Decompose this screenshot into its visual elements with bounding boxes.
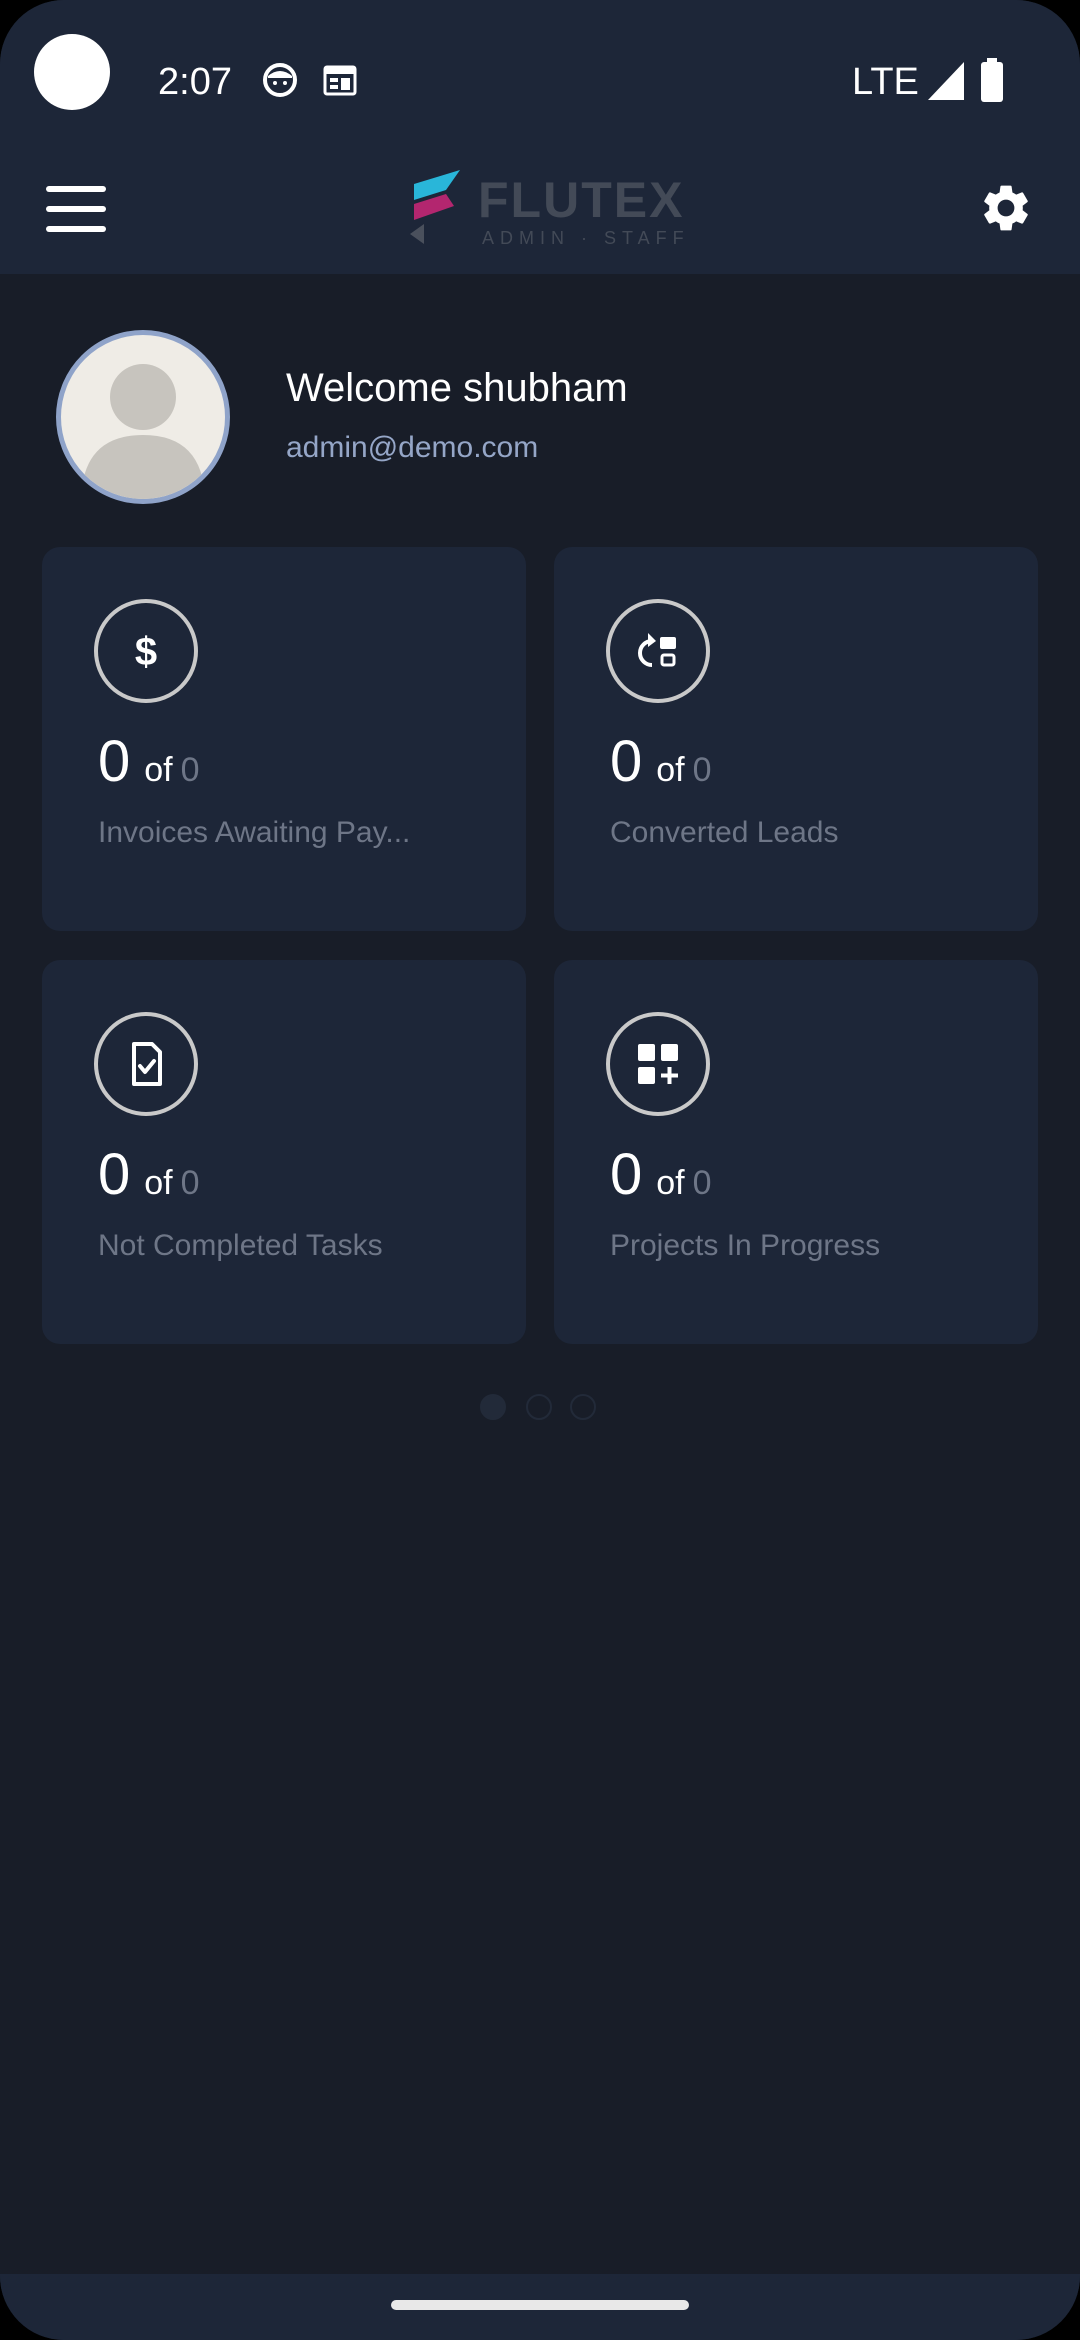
card-converted-leads[interactable]: 0 of 0 Converted Leads <box>554 547 1038 931</box>
count-total: 0 <box>180 1164 200 1202</box>
card-label: Not Completed Tasks <box>98 1229 383 1262</box>
card-label: Invoices Awaiting Pay... <box>98 816 411 849</box>
count-row: 0 of 0 <box>610 1140 712 1210</box>
settings-icon <box>984 185 1028 231</box>
count-of: of <box>656 1164 685 1202</box>
user-avatar-icon <box>81 364 205 499</box>
signal-icon <box>928 62 964 100</box>
status-time: 2:07 <box>158 61 232 103</box>
count-value: 0 <box>98 729 131 794</box>
count-value: 0 <box>98 1142 131 1207</box>
home-gesture-handle[interactable] <box>391 2300 689 2310</box>
card-icon-wrapper <box>606 599 710 703</box>
logo-text: FLUTEX <box>478 172 685 228</box>
logo-mark-icon <box>410 170 460 244</box>
face-icon <box>263 63 297 97</box>
count-of: of <box>144 751 173 789</box>
camera-cutout <box>34 34 110 110</box>
count-of: of <box>144 1164 173 1202</box>
card-not-completed-tasks[interactable]: 0 of 0 Not Completed Tasks <box>42 960 526 1344</box>
network-type: LTE <box>852 61 919 103</box>
count-row: 0 of 0 <box>98 727 200 797</box>
logo-subtitle: ADMIN · STAFF <box>482 228 690 248</box>
count-of: of <box>656 751 685 789</box>
battery-icon <box>981 58 1003 102</box>
app-screen: 2:07 LTE FLUTEX ADMIN · STAFF Welcome sh… <box>0 0 1080 2340</box>
page-indicator <box>480 1392 600 1422</box>
user-email: admin@demo.com <box>286 431 539 464</box>
welcome-text: Welcome shubham <box>286 366 628 410</box>
avatar[interactable] <box>56 330 230 504</box>
projects-grid-plus-icon <box>638 1044 678 1084</box>
page-dot-3[interactable] <box>570 1394 596 1420</box>
app-logo: FLUTEX ADMIN · STAFF <box>406 166 686 256</box>
card-invoices-awaiting-payment[interactable]: $ 0 of 0 Invoices Awaiting Pay... <box>42 547 526 931</box>
page-dot-1[interactable] <box>480 1394 506 1420</box>
task-file-check-icon <box>132 1042 162 1086</box>
count-total: 0 <box>692 1164 712 1202</box>
card-projects-in-progress[interactable]: 0 of 0 Projects In Progress <box>554 960 1038 1344</box>
card-label: Projects In Progress <box>610 1229 881 1262</box>
dollar-icon: $ <box>135 630 157 674</box>
system-navigation-bar <box>0 2274 1080 2340</box>
count-value: 0 <box>610 1142 643 1207</box>
card-icon-wrapper <box>94 1012 198 1116</box>
calendar-notification-icon <box>323 65 357 96</box>
menu-button[interactable] <box>40 176 112 248</box>
card-icon-wrapper: $ <box>94 599 198 703</box>
converted-leads-icon <box>638 633 676 667</box>
count-value: 0 <box>610 729 643 794</box>
count-total: 0 <box>692 751 712 789</box>
card-icon-wrapper <box>606 1012 710 1116</box>
count-total: 0 <box>180 751 200 789</box>
status-bar: 2:07 LTE <box>0 0 1080 150</box>
page-dot-2[interactable] <box>526 1394 552 1420</box>
count-row: 0 of 0 <box>98 1140 200 1210</box>
svg-text:$: $ <box>135 630 157 674</box>
settings-button[interactable] <box>974 176 1038 240</box>
count-row: 0 of 0 <box>610 727 712 797</box>
app-bar: FLUTEX ADMIN · STAFF <box>0 150 1080 274</box>
card-label: Converted Leads <box>610 816 839 849</box>
